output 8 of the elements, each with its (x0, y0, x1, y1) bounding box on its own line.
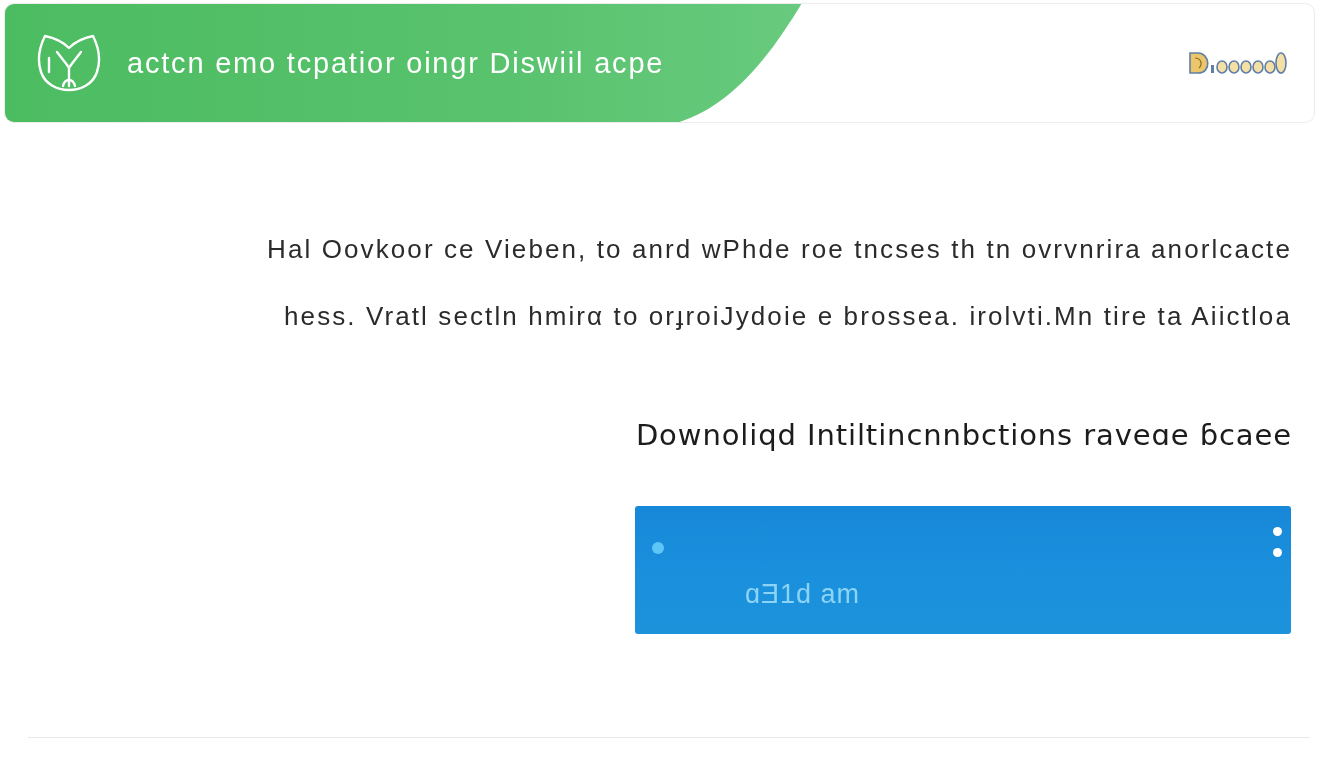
logo-icon (1187, 50, 1287, 76)
dot-icon (652, 542, 664, 554)
download-heading: Downoliqd Intiltincnnbctions raveɑe ɓcaee (635, 418, 1292, 452)
dots-icon (1273, 527, 1282, 557)
intro-paragraph: Hal Oovkoor ce Vieben, to anrd wPhde roe tncses th tn ovrvnrira anorlcacte hess. Vratl sectln hmirα to orɟroiJydoie e brossea. irolvti.Mn tire ta Aiictloa (267, 233, 1292, 333)
header-title: actcn emo tcpatior oingr Diswiil acpe (127, 46, 665, 80)
leaf-icon (37, 34, 101, 92)
download-button[interactable]: ɑƎ1d am (635, 506, 1291, 634)
